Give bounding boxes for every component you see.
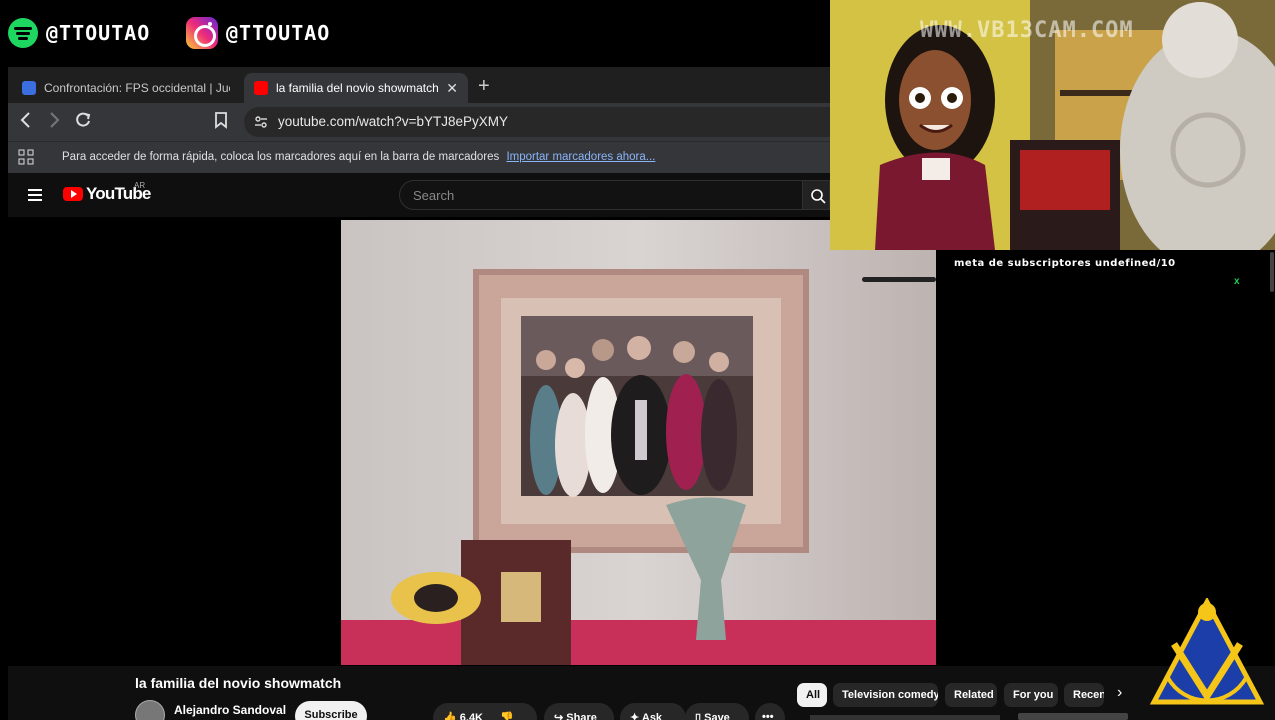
share-icon: ↪ [554,712,567,720]
tab-strip: Confrontación: FPS occidental | Juega la… [8,67,830,103]
cam-watermark: WWW.VB13CAM.COM [920,18,1134,43]
goal-marker-icon: x [1234,276,1240,287]
youtube-header: YouTube AR Search [8,173,830,217]
browser-window: Confrontación: FPS occidental | Juega la… [8,67,844,217]
youtube-logo-icon[interactable] [63,187,83,201]
save-label: Save [704,712,730,720]
recommended-title[interactable] [1018,713,1128,720]
share-label: Share [566,712,597,720]
ask-label: Ask [641,712,663,720]
search-icon [811,189,826,204]
address-bar[interactable]: youtube.com/watch?v=bYTJ8ePyXMY [244,107,844,137]
thumbs-up-icon: 👍 [443,712,460,720]
tab-label: la familia del novio showmatch - [276,81,439,95]
bookmarks-hint: Para acceder de forma rápida, coloca los… [62,151,655,163]
sparkle-icon: ✦ [630,712,642,720]
country-code: AR [134,181,146,190]
goal-progress-track [862,277,936,282]
back-icon[interactable] [20,111,32,134]
video-frame [341,220,936,665]
spotify-icon [8,18,38,48]
subscribe-button[interactable]: Subscribe [295,701,367,720]
bookmarks-hint-text: Para acceder de forma rápida, coloca los… [62,151,500,163]
save-button[interactable]: ▯ Save [685,703,749,720]
stream-logo-icon [1149,598,1265,705]
thumbs-down-icon[interactable]: 👎 [500,712,514,720]
video-title: la familia del novio showmatch [135,675,342,691]
spotify-handle-group: @TTOUTAO [8,16,150,50]
site-settings-icon[interactable] [254,115,268,134]
browser-toolbar: youtube.com/watch?v=bYTJ8ePyXMY [8,103,844,141]
search-placeholder: Search [413,188,455,203]
like-count: 6.4K [459,712,484,720]
chip-television-comedy[interactable]: Television comedy [833,683,938,707]
chip-for-you[interactable]: For you [1004,683,1058,707]
new-tab-button[interactable]: + [478,75,490,98]
tab-confrontacion[interactable]: Confrontación: FPS occidental | Juega [12,73,240,103]
reload-icon[interactable] [74,111,92,134]
import-bookmarks-link[interactable]: Importar marcadores ahora... [506,151,655,163]
channel-name[interactable]: Alejandro Sandoval [174,703,286,717]
save-icon: ▯ [695,712,705,720]
tab-label: Confrontación: FPS occidental | Juega [44,81,230,95]
stream-layout: { "overlay": { "spotify_handle": "@TTOUT… [0,0,1275,720]
tab-youtube-video[interactable]: la familia del novio showmatch - ✕ [244,73,468,103]
video-player[interactable] [341,220,936,665]
spotify-handle: @TTOUTAO [46,21,151,45]
close-tab-icon[interactable]: ✕ [446,80,458,97]
apps-grid-icon[interactable] [18,149,34,170]
chip-recent[interactable]: Recent [1064,683,1104,707]
instagram-icon [186,17,218,49]
search-button[interactable] [803,180,830,210]
instagram-handle: @TTOUTAO [226,21,331,45]
url-text: youtube.com/watch?v=bYTJ8ePyXMY [278,114,508,129]
chip-related[interactable]: Related [945,683,997,707]
chip-all[interactable]: All [797,683,827,707]
ask-button[interactable]: ✦ Ask [620,703,686,720]
scrollbar[interactable] [1270,252,1274,292]
menu-icon[interactable] [27,188,43,207]
like-button[interactable]: 👍 6.4K 👎 [433,703,537,720]
game-favicon-icon [22,81,36,95]
forward-icon[interactable] [48,111,60,134]
chevron-right-icon[interactable]: › [1117,684,1122,702]
search-input[interactable]: Search [399,180,803,210]
bookmarks-bar: Para acceder de forma rápida, coloca los… [8,141,830,173]
recommended-thumbnail[interactable] [810,715,1000,720]
share-button[interactable]: ↪ Share [544,703,614,720]
subscriber-goal-text: meta de subscriptores undefined/10 [954,258,1176,269]
bookmark-icon[interactable] [214,111,228,134]
webcam-overlay: WWW.VB13CAM.COM [830,0,1275,250]
instagram-handle-group: @TTOUTAO [186,16,330,50]
youtube-favicon-icon [254,81,268,95]
